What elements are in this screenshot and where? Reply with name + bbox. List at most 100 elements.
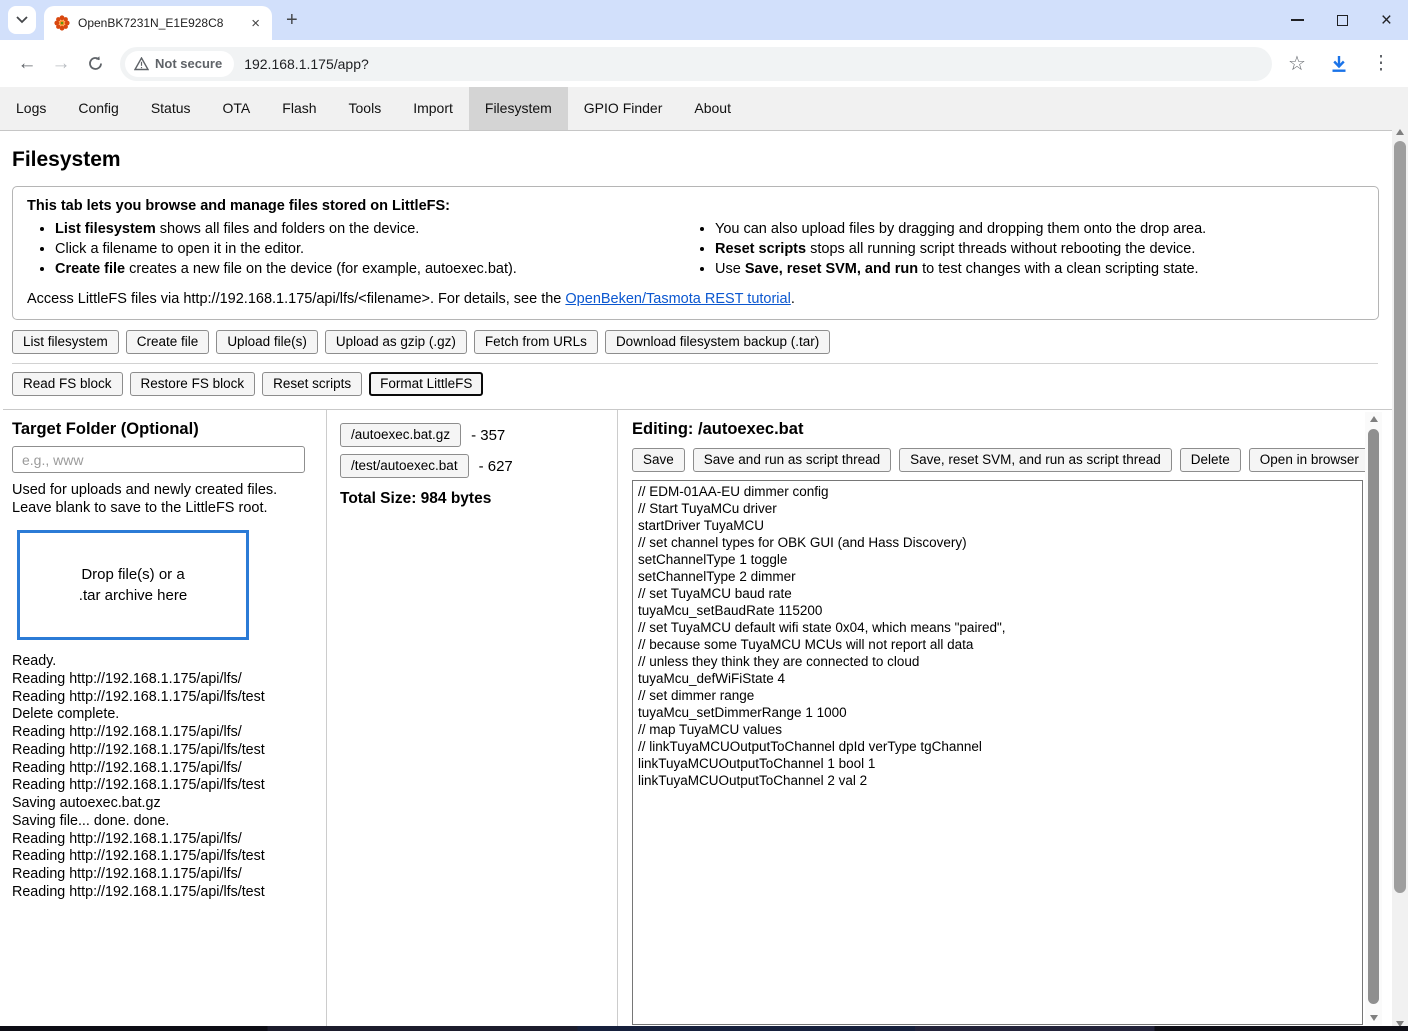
nav-tab[interactable]: Status (135, 87, 207, 130)
tab-search-button[interactable] (8, 6, 36, 34)
editor-action-button[interactable]: Save (632, 448, 685, 472)
log-line: Reading http://192.168.1.175/api/lfs/ (12, 671, 314, 689)
download-icon[interactable] (1322, 47, 1356, 81)
info-bullet: Create file creates a new file on the de… (55, 262, 687, 277)
filename-button[interactable]: /autoexec.bat.gz (340, 423, 461, 447)
editor-heading: Editing: /autoexec.bat (632, 420, 1392, 439)
action-button[interactable]: Restore FS block (130, 372, 256, 396)
editor-buttons: Save Save and run as script thread Save, r… (632, 448, 1392, 472)
browser-titlebar: OpenBK7231N_E1E928C8 × + × (0, 0, 1408, 40)
log-line: Reading http://192.168.1.175/api/lfs/tes… (12, 777, 314, 795)
nav-tab[interactable]: Flash (266, 87, 332, 130)
bookmark-star-icon[interactable]: ☆ (1280, 47, 1314, 81)
security-chip[interactable]: Not secure (125, 51, 234, 77)
info-heading: This tab lets you browse and manage file… (27, 198, 1364, 214)
nav-tab[interactable]: About (678, 87, 747, 130)
nav-tab[interactable]: Import (397, 87, 469, 130)
page-title: Filesystem (12, 148, 1392, 172)
editor-action-button[interactable]: Save, reset SVM, and run as script threa… (899, 448, 1172, 472)
scroll-down-icon[interactable] (1365, 1011, 1382, 1025)
info-bullet: You can also upload files by dragging an… (715, 222, 1206, 237)
action-button[interactable]: Read FS block (12, 372, 123, 396)
back-icon[interactable]: ← (10, 47, 44, 81)
app-navbar: LogsConfigStatusOTAFlashToolsImportFiles… (0, 87, 1408, 131)
activity-log: Ready.Reading http://192.168.1.175/api/l… (12, 653, 314, 902)
new-tab-button[interactable]: + (286, 9, 298, 32)
file-row: /test/autoexec.bat - 627 (340, 454, 617, 478)
window-minimize-button[interactable] (1291, 19, 1304, 21)
file-size: - 627 (479, 458, 513, 475)
info-bullet: Use Save, reset SVM, and run to test cha… (715, 262, 1206, 277)
editor-action-button[interactable]: Open in browser (1249, 448, 1370, 472)
nav-tab[interactable]: Tools (333, 87, 398, 130)
log-line: Reading http://192.168.1.175/api/lfs/ (12, 831, 314, 849)
window-maximize-button[interactable] (1337, 15, 1348, 26)
action-button[interactable]: List filesystem (12, 330, 119, 354)
address-bar[interactable]: Not secure 192.168.1.175/app? (120, 47, 1272, 81)
info-box: This tab lets you browse and manage file… (12, 186, 1379, 320)
forward-icon: → (44, 47, 78, 81)
panel-scrollbar-thumb[interactable] (1368, 429, 1379, 1004)
log-line: Delete complete. (12, 706, 314, 724)
log-line: Ready. (12, 653, 314, 671)
action-button[interactable]: Upload as gzip (.gz) (325, 330, 467, 354)
nav-tab[interactable]: Logs (0, 87, 62, 130)
actions-row-2: Read FS block Restore FS blockReset scrip… (12, 372, 1380, 396)
action-button[interactable]: Download filesystem backup (.tar) (605, 330, 830, 354)
actions-row-1: List filesystem Create fileUpload file(s)… (12, 330, 1380, 354)
page-scrollbar[interactable] (1392, 125, 1408, 1031)
file-drop-zone[interactable]: Drop file(s) or a .tar archive here (17, 530, 249, 640)
editor-action-button[interactable]: Save and run as script thread (693, 448, 891, 472)
log-line: Reading http://192.168.1.175/api/lfs/ (12, 866, 314, 884)
action-button[interactable]: Create file (126, 330, 210, 354)
taskbar-sliver (0, 1026, 1408, 1031)
action-button[interactable]: Fetch from URLs (474, 330, 598, 354)
browser-menu-icon[interactable]: ⋮ (1364, 47, 1398, 81)
info-bullet: List filesystem shows all files and fold… (55, 222, 687, 237)
access-line: Access LittleFS files via http://192.168… (27, 291, 1364, 307)
tab-close-icon[interactable]: × (247, 15, 264, 32)
scroll-up-icon[interactable] (1365, 412, 1382, 426)
upload-column: Target Folder (Optional) Used for upload… (12, 410, 327, 1031)
rest-tutorial-link[interactable]: OpenBeken/Tasmota REST tutorial (565, 291, 790, 307)
chevron-down-icon (16, 16, 28, 24)
warning-icon (134, 57, 149, 71)
file-list-column: /autoexec.bat.gz - 357 /test/autoexec.ba… (327, 410, 618, 1031)
reload-icon[interactable] (78, 47, 112, 81)
nav-tab[interactable]: OTA (207, 87, 267, 130)
info-bullet: Click a filename to open it in the edito… (55, 242, 687, 257)
browser-toolbar: ← → Not secure 192.168.1.175/app? ☆ ⋮ (0, 40, 1408, 87)
target-folder-input[interactable] (12, 446, 305, 473)
action-button[interactable]: Format LittleFS (369, 372, 483, 396)
log-line: Saving file... done. done. (12, 813, 314, 831)
script-editor-textarea[interactable] (632, 480, 1363, 1025)
action-button[interactable]: Reset scripts (262, 372, 362, 396)
editor-column: Editing: /autoexec.bat Save Save and run … (618, 410, 1392, 1031)
tab-title: OpenBK7231N_E1E928C8 (78, 16, 247, 30)
nav-tab[interactable]: Config (62, 87, 134, 130)
browser-tab[interactable]: OpenBK7231N_E1E928C8 × (44, 6, 272, 40)
openbeken-favicon (54, 15, 70, 31)
editor-action-button[interactable]: Delete (1180, 448, 1241, 472)
security-label: Not secure (155, 56, 222, 71)
url-text[interactable]: 192.168.1.175/app? (244, 56, 369, 72)
info-bullet: Reset scripts stops all running script t… (715, 242, 1206, 257)
filename-button[interactable]: /test/autoexec.bat (340, 454, 469, 478)
action-button[interactable]: Upload file(s) (216, 330, 318, 354)
file-row: /autoexec.bat.gz - 357 (340, 423, 617, 447)
panel-scrollbar[interactable] (1365, 412, 1382, 1025)
page-scrollbar-thumb[interactable] (1394, 141, 1406, 893)
target-folder-hint: Used for uploads and newly created files… (12, 481, 314, 517)
nav-tab[interactable]: Filesystem (469, 87, 568, 130)
info-bullets-right: You can also upload files by dragging an… (687, 222, 1206, 282)
nav-tab[interactable]: GPIO Finder (568, 87, 679, 130)
log-line: Saving autoexec.bat.gz (12, 795, 314, 813)
window-close-button[interactable]: × (1381, 11, 1392, 30)
divider (12, 363, 1378, 364)
log-line: Reading http://192.168.1.175/api/lfs/tes… (12, 742, 314, 760)
scroll-up-icon[interactable] (1392, 125, 1408, 139)
log-line: Reading http://192.168.1.175/api/lfs/tes… (12, 689, 314, 707)
info-bullets-left: List filesystem shows all files and fold… (27, 222, 687, 282)
log-line: Reading http://192.168.1.175/api/lfs/ (12, 760, 314, 778)
total-size: Total Size: 984 bytes (340, 490, 617, 508)
